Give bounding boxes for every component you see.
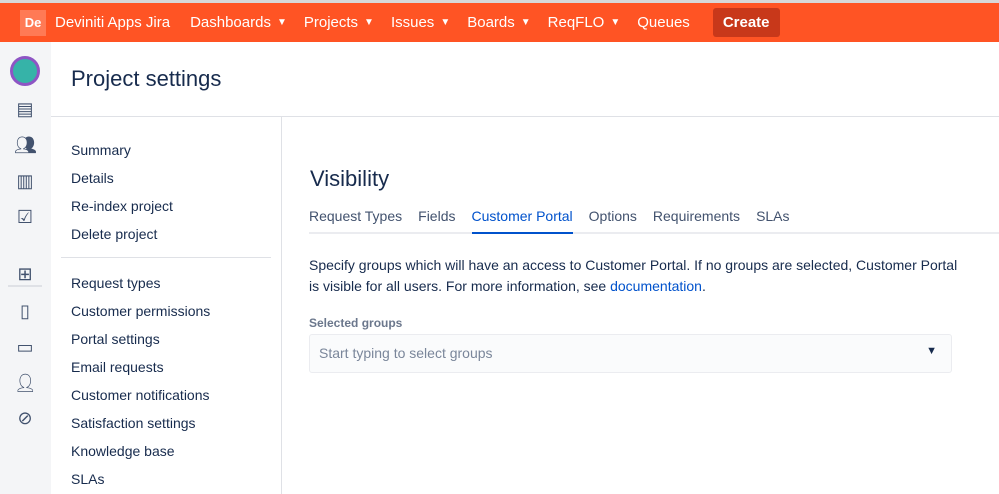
compass-icon[interactable]: ⊘: [14, 407, 36, 429]
documentation-link[interactable]: documentation: [610, 278, 702, 294]
selected-groups-label: Selected groups: [309, 316, 403, 330]
monitor-icon[interactable]: ▭: [14, 336, 36, 358]
menu-summary[interactable]: Summary: [71, 142, 131, 158]
project-avatar[interactable]: [10, 56, 40, 86]
tab-customer-portal[interactable]: Customer Portal: [471, 208, 573, 234]
queues-icon[interactable]: ▤: [14, 98, 36, 120]
add-user-icon[interactable]: 👤︎: [14, 372, 37, 394]
chevron-down-icon: ▼: [440, 17, 451, 28]
add-item-icon[interactable]: ⊞: [14, 263, 36, 285]
page-icon[interactable]: ▯: [14, 300, 36, 322]
menu-email-requests[interactable]: Email requests: [71, 359, 164, 375]
menu-satisfaction-settings[interactable]: Satisfaction settings: [71, 415, 196, 431]
tab-options[interactable]: Options: [589, 208, 637, 232]
menu-delete-project[interactable]: Delete project: [71, 226, 157, 242]
chevron-down-icon[interactable]: ▼: [926, 345, 937, 357]
chevron-down-icon: ▼: [520, 17, 531, 28]
visibility-tabs: Request Types Fields Customer Portal Opt…: [309, 208, 999, 234]
menu-portal-settings[interactable]: Portal settings: [71, 331, 160, 347]
checklist-icon[interactable]: ☑: [14, 206, 36, 228]
nav-dashboards[interactable]: Dashboards ▼: [190, 14, 287, 31]
nav-label: Dashboards: [190, 14, 271, 31]
menu-slas[interactable]: SLAs: [71, 471, 104, 487]
nav-queues[interactable]: Queues: [637, 14, 690, 31]
nav-label: Issues: [390, 14, 435, 31]
brand-name[interactable]: Deviniti Apps Jira: [55, 14, 170, 31]
menu-request-types[interactable]: Request types: [71, 275, 161, 291]
divider: [281, 117, 282, 494]
nav-reqflo[interactable]: ReqFLO ▼: [548, 14, 621, 31]
tab-fields[interactable]: Fields: [418, 208, 455, 232]
select-placeholder: Start typing to select groups: [319, 345, 493, 361]
menu-reindex[interactable]: Re-index project: [71, 198, 173, 214]
page-title: Project settings: [71, 66, 222, 91]
chevron-down-icon: ▼: [610, 17, 621, 28]
tab-requirements[interactable]: Requirements: [653, 208, 740, 232]
create-button[interactable]: Create: [712, 8, 780, 37]
nav-boards[interactable]: Boards ▼: [467, 14, 530, 31]
description: Specify groups which will have an access…: [309, 257, 958, 294]
nav-projects[interactable]: Projects ▼: [304, 14, 374, 31]
menu-customer-notifications[interactable]: Customer notifications: [71, 387, 210, 403]
tab-request-types[interactable]: Request Types: [309, 208, 402, 232]
divider: [8, 285, 42, 287]
menu-details[interactable]: Details: [71, 170, 114, 186]
divider: [51, 116, 999, 117]
nav-label: ReqFLO: [547, 14, 605, 31]
deviniti-logo[interactable]: De: [20, 9, 46, 36]
menu-knowledge-base[interactable]: Knowledge base: [71, 443, 175, 459]
nav-issues[interactable]: Issues ▼: [391, 14, 450, 31]
groups-select[interactable]: Start typing to select groups ▼: [309, 334, 952, 373]
nav-label: Boards: [467, 14, 515, 31]
menu-customer-permissions[interactable]: Customer permissions: [71, 303, 210, 319]
top-navigation: De Deviniti Apps Jira Dashboards ▼ Projec…: [0, 0, 999, 42]
section-title: Visibility: [310, 166, 390, 191]
project-sidebar: ▤ 👥︎ ▥ ☑ ⊞ ▯ ▭ 👤︎ ⊘: [0, 42, 51, 494]
reports-icon[interactable]: ▥: [14, 170, 36, 192]
tab-slas[interactable]: SLAs: [756, 208, 789, 232]
chevron-down-icon: ▼: [276, 17, 287, 28]
nav-label: Projects: [303, 14, 359, 31]
customers-icon[interactable]: 👥︎: [14, 134, 37, 156]
chevron-down-icon: ▼: [364, 17, 374, 28]
divider: [61, 257, 271, 258]
